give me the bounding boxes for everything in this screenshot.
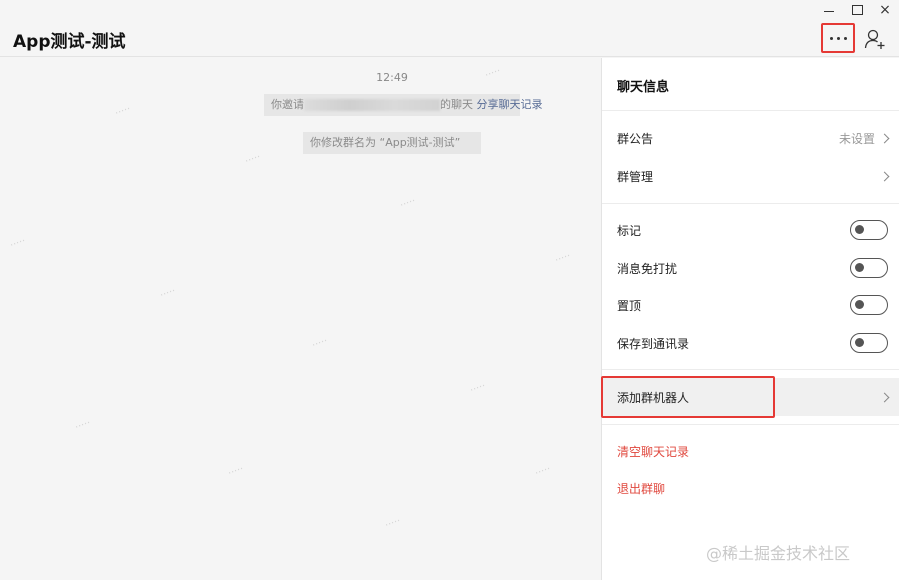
chevron-right-icon: [879, 171, 890, 181]
user-watermark: ·····: [243, 151, 263, 168]
announcement-row[interactable]: 群公告 未设置: [602, 119, 899, 157]
mark-label: 标记: [617, 223, 642, 238]
group-manage-label: 群管理: [617, 169, 654, 184]
user-watermark: ·····: [533, 463, 553, 480]
system-message-rename: 你修改群名为 “App测试-测试”: [303, 132, 481, 154]
divider: [602, 369, 899, 370]
add-bot-arrow: [879, 392, 890, 402]
quit-group-label: 退出群聊: [617, 481, 666, 496]
minimize-icon[interactable]: [815, 0, 843, 20]
site-watermark: @稀土掘金技术社区: [706, 544, 851, 563]
user-watermark: ·····: [553, 250, 573, 267]
pin-label: 置顶: [617, 298, 642, 313]
pin-toggle[interactable]: [850, 295, 888, 315]
redacted-names: [304, 99, 440, 111]
user-watermark: ·····: [226, 463, 246, 480]
user-watermark: ·····: [398, 195, 418, 212]
quit-group-row[interactable]: 退出群聊: [602, 469, 899, 507]
user-watermark: ·····: [73, 417, 93, 434]
chat-title: App测试-测试: [13, 32, 126, 52]
maximize-icon[interactable]: [843, 0, 871, 20]
clear-history-row[interactable]: 清空聊天记录: [602, 432, 899, 470]
save-contacts-row: 保存到通讯录: [602, 324, 899, 362]
pin-row: 置顶: [602, 286, 899, 324]
chevron-right-icon: [879, 133, 890, 143]
message-timestamp: 12:49: [376, 71, 408, 84]
user-watermark: ·····: [8, 235, 28, 252]
save-contacts-toggle[interactable]: [850, 333, 888, 353]
add-user-icon[interactable]: [864, 28, 886, 50]
chevron-right-icon: [879, 392, 890, 402]
divider: [602, 203, 899, 204]
chat-header: App测试-测试: [0, 0, 899, 57]
divider: [602, 424, 899, 425]
user-watermark: ·····: [158, 285, 178, 302]
user-watermark: ·····: [383, 515, 403, 532]
more-button[interactable]: [821, 23, 855, 53]
group-manage-arrow: [879, 171, 890, 181]
mute-row: 消息免打扰: [602, 249, 899, 287]
mute-label: 消息免打扰: [617, 261, 678, 276]
panel-title: 聊天信息: [617, 80, 670, 95]
highlight-box: [601, 376, 775, 418]
user-watermark: ·····: [113, 103, 133, 120]
announcement-status: 未设置: [838, 130, 890, 147]
system-message-invite: 你邀请 的聊天 分享聊天记录: [264, 94, 543, 116]
mark-row: 标记: [602, 211, 899, 249]
divider: [602, 110, 899, 111]
window-controls: ×: [815, 0, 899, 20]
close-icon[interactable]: ×: [871, 0, 899, 20]
user-watermark: ·····: [310, 335, 330, 352]
share-history-link[interactable]: 分享聊天记录: [477, 98, 543, 111]
mute-toggle[interactable]: [850, 258, 888, 278]
group-manage-row[interactable]: 群管理: [602, 157, 899, 195]
more-dots-icon: [829, 36, 847, 40]
announcement-value: 未设置: [838, 131, 875, 146]
chat-info-panel: 聊天信息 群公告 未设置 群管理 标记 消息免打扰 置顶 保存到通讯录 添加群机…: [601, 58, 899, 580]
invite-prefix: 你邀请: [271, 98, 304, 111]
chat-area: ····· ····· ····· ····· ····· ····· ····…: [0, 58, 601, 580]
mark-toggle[interactable]: [850, 220, 888, 240]
save-contacts-label: 保存到通讯录: [617, 336, 690, 351]
user-watermark: ·····: [468, 380, 488, 397]
clear-history-label: 清空聊天记录: [617, 444, 690, 459]
invite-suffix: 的聊天: [440, 98, 473, 111]
announcement-label: 群公告: [617, 131, 654, 146]
